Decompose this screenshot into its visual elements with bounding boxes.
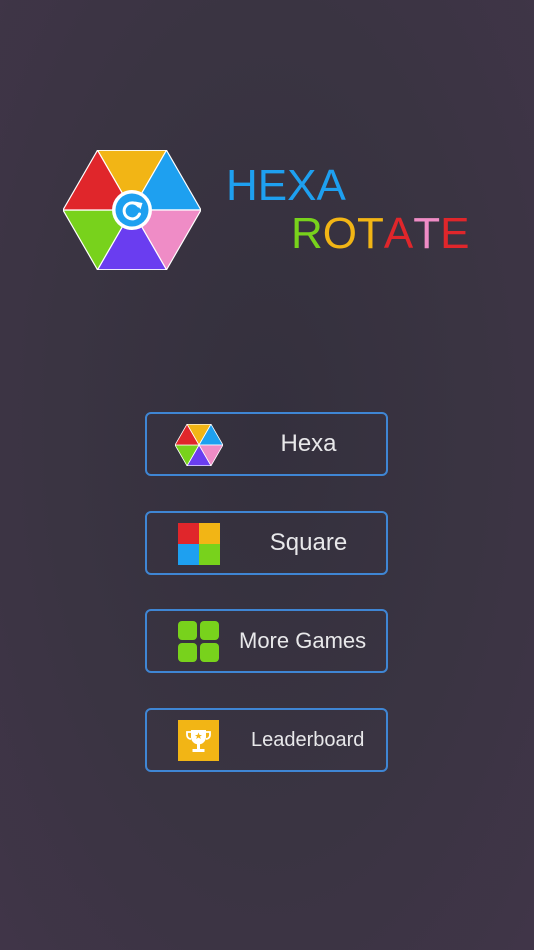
title-1-letter: H	[226, 161, 258, 210]
title-2-letter: E	[440, 209, 470, 258]
trophy-icon	[178, 720, 219, 761]
title-1-letter: E	[257, 161, 288, 210]
color-squares-icon	[178, 523, 220, 565]
more-games-button-label: More Games	[239, 628, 367, 653]
more-games-button[interactable]: More Games	[145, 609, 388, 673]
hexagon-icon	[175, 424, 223, 466]
hexa-button-label: Hexa	[280, 430, 337, 457]
leaderboard-button-label: Leaderboard	[251, 729, 365, 751]
title-2-letter: R	[291, 209, 323, 258]
refresh-icon	[112, 190, 152, 230]
title-1-letter: A	[316, 161, 346, 210]
title-2-letter: T	[413, 209, 441, 258]
hexa-button[interactable]: Hexa	[145, 412, 388, 476]
title-2-letter: T	[357, 209, 384, 258]
title-hexa: HEXA	[226, 164, 346, 208]
hexagon-rotate-icon	[63, 150, 201, 270]
leaderboard-button[interactable]: Leaderboard	[145, 708, 388, 772]
title-2-letter: O	[322, 209, 358, 258]
square-button[interactable]: Square	[145, 511, 388, 575]
square-button-label: Square	[269, 529, 348, 556]
title-2-letter: A	[383, 209, 414, 258]
title-rotate: ROTATE	[291, 212, 470, 256]
grid-icon	[178, 621, 219, 662]
title-1-letter: X	[287, 161, 317, 210]
